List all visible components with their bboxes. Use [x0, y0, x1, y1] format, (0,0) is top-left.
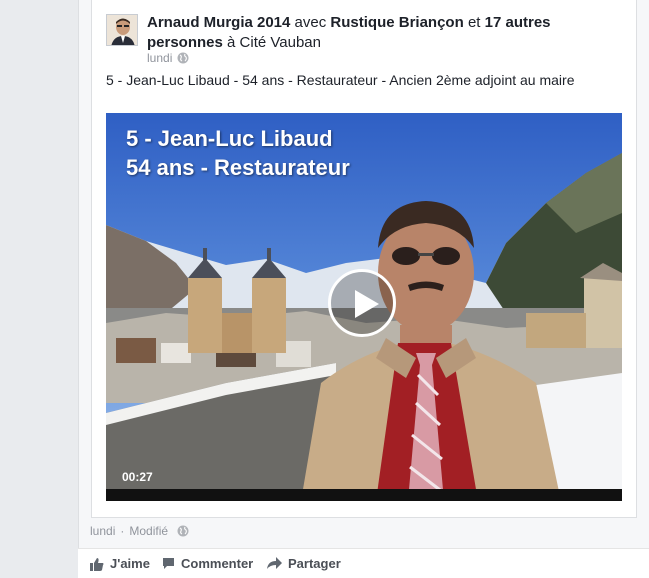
like-label: J'aime	[110, 556, 150, 571]
video-progress-bar[interactable]	[106, 489, 622, 501]
video-player[interactable]: 5 - Jean-Luc Libaud 54 ans - Restaurateu…	[106, 113, 622, 501]
post-timestamp[interactable]: lundi	[147, 51, 172, 65]
play-button[interactable]	[328, 269, 396, 337]
share-arrow-icon	[267, 557, 282, 569]
video-overlay-title: 5 - Jean-Luc Libaud 54 ans - Restaurateu…	[126, 124, 350, 182]
post-meta-line: lundi · Modifié	[90, 524, 189, 538]
video-title-line-2: 54 ans - Restaurateur	[126, 155, 350, 180]
post-header: Arnaud Murgia 2014 avec Rustique Brianço…	[147, 13, 587, 53]
speech-bubble-icon	[163, 558, 174, 569]
comment-label: Commenter	[181, 556, 254, 571]
post-timestamp-row: lundi	[147, 51, 189, 65]
author-link[interactable]: Arnaud Murgia 2014	[147, 14, 290, 31]
share-button[interactable]: Partager	[267, 556, 341, 571]
video-title-line-1: 5 - Jean-Luc Libaud	[126, 126, 333, 151]
meta-separator: ·	[120, 524, 125, 538]
globe-icon	[177, 525, 189, 537]
share-label: Partager	[288, 556, 341, 571]
thumbs-up-icon	[90, 557, 104, 571]
tagged-link[interactable]: Rustique Briançon	[330, 14, 463, 31]
globe-icon	[177, 52, 189, 64]
post-card: Arnaud Murgia 2014 avec Rustique Brianço…	[91, 0, 637, 518]
with-word: avec	[294, 14, 327, 31]
like-button[interactable]: J'aime	[90, 556, 150, 571]
and-word: et	[467, 14, 481, 31]
comment-button[interactable]: Commenter	[162, 556, 253, 571]
at-word: à	[227, 34, 236, 51]
video-duration: 00:27	[122, 470, 153, 484]
place-link[interactable]: Cité Vauban	[240, 34, 321, 51]
avatar[interactable]	[106, 14, 138, 46]
left-rail	[0, 0, 78, 578]
post-message: 5 - Jean-Luc Libaud - 54 ans - Restaurat…	[106, 72, 575, 88]
play-icon	[355, 290, 379, 318]
meta-timestamp[interactable]: lundi	[90, 524, 115, 538]
action-bar: J'aime Commenter Partager	[78, 548, 649, 578]
edited-label[interactable]: Modifié	[129, 524, 168, 538]
